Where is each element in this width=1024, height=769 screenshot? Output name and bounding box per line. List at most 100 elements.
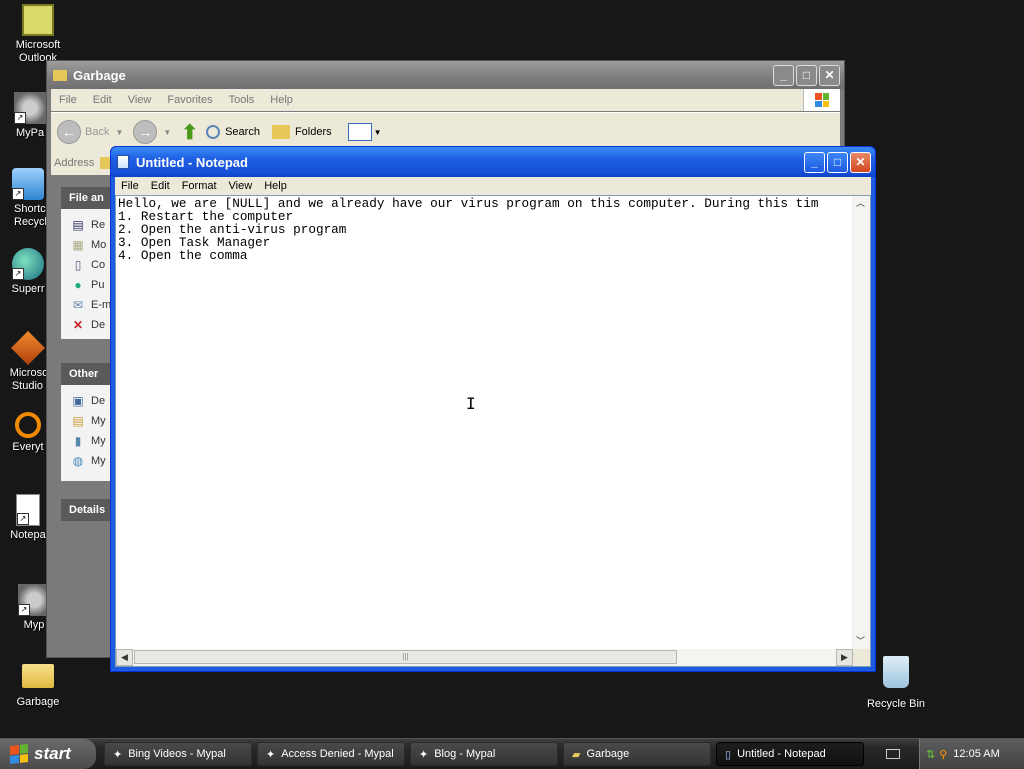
keyboard-icon[interactable] (886, 749, 900, 759)
up-folder-icon: ⬆ (181, 121, 199, 144)
mypal-icon: ✦ (419, 748, 429, 761)
taskbar-tasks: ✦ Bing Videos - Mypal ✦ Access Denied - My… (104, 742, 869, 766)
scroll-right-arrow-icon[interactable]: ▶ (836, 649, 853, 666)
folder-icon (53, 69, 67, 81)
search-label: Search (225, 126, 260, 138)
horizontal-scroll-thumb[interactable]: ||| (134, 650, 677, 664)
clock[interactable]: 12:05 AM (953, 748, 999, 760)
delete-icon: ✕ (72, 318, 84, 332)
task-item[interactable]: ▤ Re (61, 215, 115, 235)
network-icon[interactable]: ⇅ (926, 748, 935, 761)
chevron-down-icon: ▼ (163, 127, 172, 137)
system-tray: ⇅ ⚲ 12:05 AM (919, 739, 1024, 769)
search-icon (15, 412, 41, 438)
windows-logo-icon (10, 744, 28, 764)
start-button[interactable]: start (0, 739, 96, 769)
other-places-panel: Other ▣ De ▤ My ▮ My ◍ My (61, 363, 115, 481)
close-button[interactable]: ✕ (850, 151, 871, 173)
notepad-window[interactable]: Untitled - Notepad _ □ ✕ File Edit Forma… (110, 146, 876, 672)
close-button[interactable]: ✕ (819, 64, 840, 86)
details-header[interactable]: Details (61, 499, 115, 521)
taskbar-item[interactable]: ▰ Garbage (563, 742, 711, 766)
desktop-icon-outlook[interactable]: Microsoft Outlook (0, 4, 76, 65)
studio-icon (11, 331, 45, 365)
scroll-up-arrow-icon[interactable]: ︿ (853, 196, 868, 211)
desktop-icon: ▣ (72, 394, 84, 408)
place-item[interactable]: ▣ De (61, 391, 115, 411)
vertical-scrollbar[interactable]: ︿ ﹀ (852, 196, 870, 649)
other-places-header[interactable]: Other (61, 363, 115, 385)
chevron-down-icon: ▼ (115, 127, 124, 137)
views-button[interactable]: ▼ (347, 123, 382, 141)
menu-tools[interactable]: Tools (221, 94, 263, 106)
task-item[interactable]: ✉ E-m (61, 295, 115, 315)
menu-view[interactable]: View (120, 94, 160, 106)
menu-help[interactable]: Help (262, 94, 301, 106)
task-item[interactable]: ▯ Co (61, 255, 115, 275)
notepad-titlebar[interactable]: Untitled - Notepad _ □ ✕ (111, 147, 875, 177)
network-icon: ◍ (72, 454, 84, 468)
menu-edit[interactable]: Edit (85, 94, 120, 106)
task-item[interactable]: ✕ De (61, 315, 115, 335)
notepad-text-area[interactable]: Hello, we are [NULL] and we already have… (115, 195, 871, 667)
up-folder-button[interactable]: ⬆ (181, 120, 198, 145)
place-item[interactable]: ▮ My (61, 431, 115, 451)
file-tasks-header[interactable]: File an (61, 187, 115, 209)
globe-icon: ↗ (12, 248, 44, 280)
task-item[interactable]: ● Pu (61, 275, 115, 295)
mypal-icon: ↗ (14, 92, 46, 124)
taskbar-item-active[interactable]: ▯ Untitled - Notepad (716, 742, 864, 766)
taskbar-item[interactable]: ✦ Access Denied - Mypal (257, 742, 405, 766)
explorer-titlebar[interactable]: Garbage _ □ ✕ (47, 61, 844, 89)
start-label: start (34, 744, 71, 763)
desktop-icon-label: Recycle Bin (866, 698, 926, 710)
menu-view[interactable]: View (223, 180, 259, 192)
taskbar: start ✦ Bing Videos - Mypal ✦ Access Denie… (0, 738, 1024, 769)
mypal-icon: ✦ (266, 748, 276, 761)
chevron-down-icon: ▼ (373, 127, 382, 137)
maximize-button[interactable]: □ (796, 64, 817, 86)
search-tray-icon[interactable]: ⚲ (939, 748, 947, 761)
explorer-tasks-pane: File an ▤ Re ▦ Mo ▯ Co ● Pu ✉ E-m ✕ De Other ▣… (51, 177, 115, 653)
menu-favorites[interactable]: Favorites (159, 94, 220, 106)
minimize-button[interactable]: _ (773, 64, 794, 86)
outlook-icon (22, 4, 54, 36)
taskbar-item[interactable]: ✦ Bing Videos - Mypal (104, 742, 252, 766)
menu-file[interactable]: File (115, 180, 145, 192)
details-panel: Details (61, 499, 115, 521)
rename-icon: ▤ (72, 218, 84, 232)
folders-button[interactable]: Folders (271, 125, 332, 139)
size-grip[interactable] (853, 649, 870, 666)
minimize-button[interactable]: _ (804, 151, 825, 173)
copy-icon: ▯ (74, 258, 82, 272)
task-item[interactable]: ▦ Mo (61, 235, 115, 255)
menu-edit[interactable]: Edit (145, 180, 176, 192)
scroll-down-arrow-icon[interactable]: ﹀ (853, 634, 868, 649)
file-tasks-panel: File an ▤ Re ▦ Mo ▯ Co ● Pu ✉ E-m ✕ De (61, 187, 115, 339)
menu-file[interactable]: File (51, 94, 85, 106)
my-documents-icon: ▤ (72, 414, 84, 428)
mypal-icon: ✦ (113, 748, 123, 761)
maximize-button[interactable]: □ (827, 151, 848, 173)
views-icon (347, 123, 372, 141)
back-arrow-icon: ← (57, 120, 81, 144)
notepad-menubar: File Edit Format View Help (115, 177, 871, 195)
menu-help[interactable]: Help (258, 180, 293, 192)
place-item[interactable]: ▤ My (61, 411, 115, 431)
folders-icon (271, 125, 290, 139)
search-button[interactable]: Search (206, 125, 260, 139)
email-icon: ✉ (72, 298, 84, 312)
folder-icon: ▰ (572, 748, 581, 761)
forward-button[interactable]: → ▼ (133, 120, 171, 144)
shortcut-icon: ↗ (12, 168, 44, 200)
back-button[interactable]: ← Back ▼ (57, 120, 123, 144)
place-item[interactable]: ◍ My (61, 451, 115, 471)
explorer-title: Garbage (73, 67, 126, 83)
desktop-icon-garbage[interactable]: Garbage (0, 660, 76, 709)
taskbar-item[interactable]: ✦ Blog - Mypal (410, 742, 558, 766)
menu-format[interactable]: Format (176, 180, 223, 192)
desktop-icon-label: Garbage (16, 696, 60, 708)
notepad-text[interactable]: Hello, we are [NULL] and we already have… (118, 197, 852, 648)
scroll-left-arrow-icon[interactable]: ◀ (116, 649, 133, 666)
horizontal-scrollbar[interactable]: ◀ ||| ▶ (116, 649, 853, 666)
